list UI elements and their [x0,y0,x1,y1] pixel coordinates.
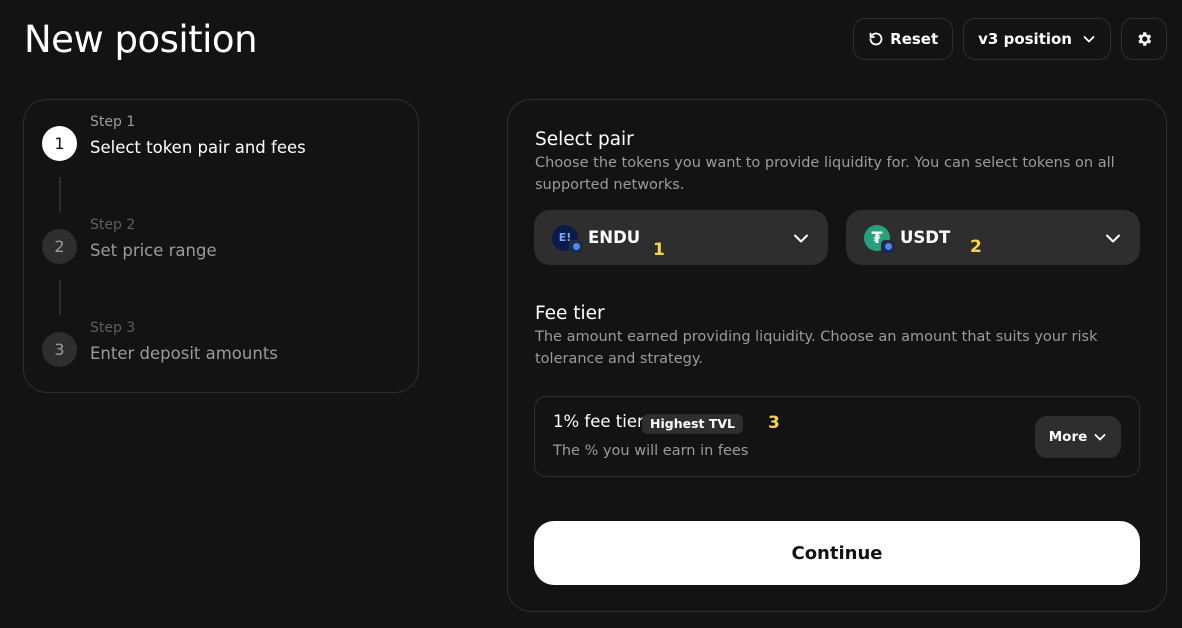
token-a-selector[interactable]: E! ENDU [534,210,828,265]
steps-panel: 1 Step 1 Select token pair and fees 2 St… [23,99,419,393]
token-a-symbol: ENDU [588,228,641,247]
select-pair-title: Select pair [535,129,634,150]
step-number: 2 [42,229,77,264]
reset-button[interactable]: Reset [853,18,954,60]
chevron-down-icon [1106,234,1120,242]
network-badge-icon [569,239,583,254]
token-b-symbol: USDT [900,228,951,247]
network-badge-icon [881,239,895,254]
fee-tier-selector[interactable]: 1% fee tier Highest TVL 3 The % you will… [534,396,1140,477]
reset-label: Reset [890,30,939,48]
settings-button[interactable] [1121,18,1167,60]
more-label: More [1048,429,1088,445]
more-fee-tiers-button[interactable]: More [1035,416,1121,458]
chevron-down-icon [1083,36,1095,43]
page-title: New position [24,18,258,61]
version-dropdown[interactable]: v3 position [963,18,1111,60]
position-form: Select pair Choose the tokens you want t… [507,99,1167,612]
step-name: Select token pair and fees [90,138,306,157]
fee-tier-description: The amount earned providing liquidity. C… [535,329,1098,367]
reset-icon [869,32,883,46]
version-label: v3 position [978,30,1072,48]
step-label: Step 2 [90,217,136,233]
select-pair-description: Choose the tokens you want to provide li… [535,155,1115,193]
step-label: Step 3 [90,320,136,336]
step-number: 1 [42,126,77,161]
chevron-down-icon [1094,434,1106,441]
gear-icon [1138,32,1152,46]
fee-tier-subtitle: The % you will earn in fees [553,443,749,459]
step-number: 3 [42,332,77,367]
step-label: Step 1 [90,114,136,130]
highest-tvl-badge: Highest TVL [642,414,744,434]
endu-token-icon: E! [552,224,583,254]
fee-tier-title: Fee tier [535,303,605,324]
token-b-selector[interactable]: ₮ USDT [846,210,1140,265]
continue-button[interactable]: Continue [534,521,1140,585]
step-connector [59,280,61,315]
usdt-token-icon: ₮ [864,224,895,254]
annotation-marker: 1 [653,240,665,260]
annotation-marker: 3 [768,413,780,433]
step-name: Enter deposit amounts [90,344,278,363]
step-connector [59,177,61,212]
step-1: 1 Step 1 Select token pair and fees [42,114,306,161]
step-3: 3 Step 3 Enter deposit amounts [42,320,278,367]
step-name: Set price range [90,241,217,260]
annotation-marker: 2 [970,237,982,257]
step-2: 2 Step 2 Set price range [42,217,217,264]
fee-tier-value: 1% fee tier [553,412,644,431]
header-actions: Reset v3 position [853,18,1167,60]
chevron-down-icon [794,234,808,242]
